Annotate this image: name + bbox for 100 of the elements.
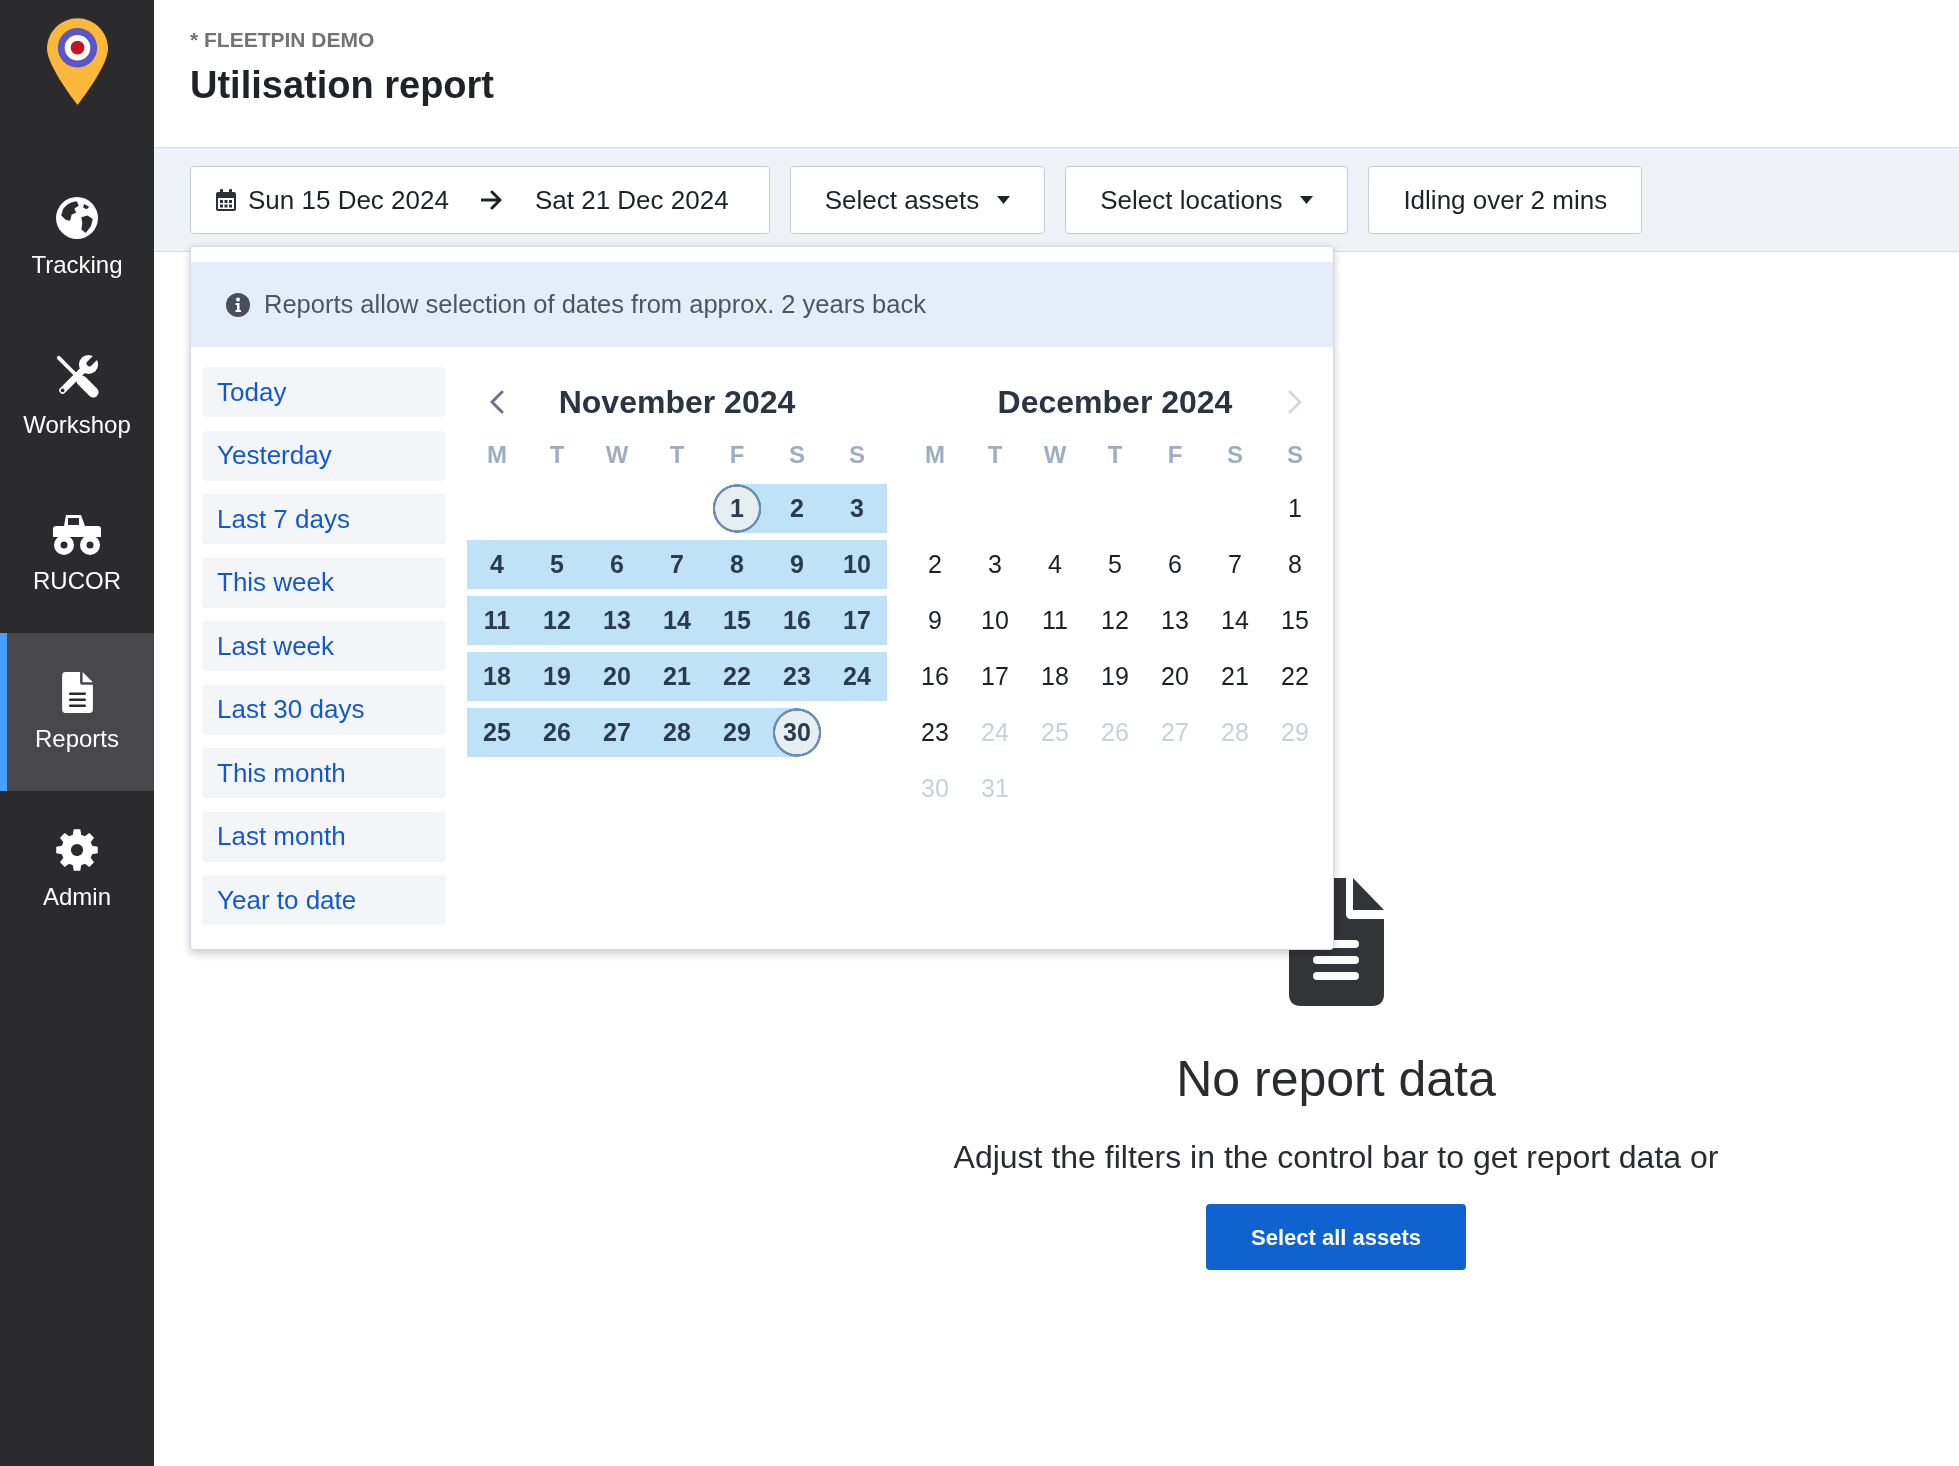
day-button[interactable]: 6 <box>587 540 647 589</box>
preset-button[interactable]: Last month <box>202 811 446 862</box>
day-button[interactable]: 24 <box>827 652 887 701</box>
preset-button[interactable]: Today <box>202 367 446 417</box>
day-button[interactable]: 11 <box>467 596 527 645</box>
day-button[interactable]: 27 <box>587 708 647 757</box>
day-button[interactable]: 23 <box>767 652 827 701</box>
day-button[interactable]: 12 <box>1085 596 1145 645</box>
page-title: Utilisation report <box>190 63 495 108</box>
day-button[interactable]: 21 <box>647 652 707 701</box>
day-button[interactable]: 22 <box>1265 652 1325 701</box>
day-button[interactable]: 17 <box>827 596 887 645</box>
caret-down-icon <box>997 196 1011 204</box>
preset-button[interactable]: Last 30 days <box>202 684 446 735</box>
day-button: 24 <box>965 708 1025 757</box>
day-button[interactable]: 11 <box>1025 596 1085 645</box>
day-button[interactable]: 23 <box>905 708 965 757</box>
chevron-left-icon <box>490 390 504 414</box>
empty-state-message: Adjust the filters in the control bar to get report data or <box>953 1139 1719 1175</box>
month-title: December 2024 <box>997 383 1233 422</box>
preset-button[interactable]: Last 7 days <box>202 494 446 544</box>
day-button[interactable]: 10 <box>827 540 887 589</box>
day-button: 31 <box>965 764 1025 813</box>
map-pin-logo-icon <box>45 17 109 106</box>
day-button[interactable]: 8 <box>1265 540 1325 589</box>
day-button[interactable]: 20 <box>587 652 647 701</box>
preset-button[interactable]: This week <box>202 557 446 608</box>
day-button[interactable]: 2 <box>905 540 965 589</box>
weekday-label: S <box>849 440 865 470</box>
day-button[interactable]: 6 <box>1145 540 1205 589</box>
weekday-label: M <box>925 440 945 470</box>
day-button[interactable]: 2 <box>767 484 827 533</box>
day-button[interactable]: 9 <box>905 596 965 645</box>
weekday-label: W <box>605 440 629 470</box>
day-button[interactable]: 10 <box>965 596 1025 645</box>
account-name: * FLEETPIN DEMO <box>190 27 375 53</box>
day-button[interactable]: 26 <box>527 708 587 757</box>
dropdown-button[interactable]: Select assets <box>789 166 1046 234</box>
filter-button[interactable]: Idling over 2 mins <box>1368 166 1643 234</box>
day-button[interactable]: 3 <box>827 484 887 533</box>
day-button[interactable]: 28 <box>647 708 707 757</box>
day-button[interactable]: 15 <box>707 596 767 645</box>
empty-state-title: No report data <box>1176 1051 1496 1107</box>
day-button[interactable]: 7 <box>1205 540 1265 589</box>
day-button[interactable]: 13 <box>1145 596 1205 645</box>
dropdown-button[interactable]: Select locations <box>1065 166 1349 234</box>
day-button[interactable]: 7 <box>647 540 707 589</box>
day-button[interactable]: 21 <box>1205 652 1265 701</box>
day-button[interactable]: 5 <box>527 540 587 589</box>
weekday-label: T <box>669 440 685 470</box>
day-button[interactable]: 15 <box>1265 596 1325 645</box>
nav-item[interactable]: Admin <box>0 791 154 949</box>
day-button[interactable]: 12 <box>527 596 587 645</box>
day-button[interactable]: 18 <box>467 652 527 701</box>
day-button[interactable]: 9 <box>767 540 827 589</box>
nav-item[interactable]: Tracking <box>0 159 154 317</box>
day-button[interactable]: 5 <box>1085 540 1145 589</box>
day-button[interactable]: 22 <box>707 652 767 701</box>
date-range-button[interactable]: Sun 15 Dec 2024 Sat 21 Dec 2024 <box>190 166 770 234</box>
nav-item[interactable]: Workshop <box>0 317 154 475</box>
day-button[interactable]: 19 <box>1085 652 1145 701</box>
day-button[interactable]: 14 <box>647 596 707 645</box>
nav-item[interactable]: RUCOR <box>0 475 154 633</box>
caret-down-icon <box>1300 196 1314 204</box>
right-arrow-icon <box>480 190 503 210</box>
month-title: November 2024 <box>558 383 796 422</box>
info-icon <box>226 292 250 317</box>
day-button[interactable]: 18 <box>1025 652 1085 701</box>
day-button[interactable]: 4 <box>467 540 527 589</box>
weekday-label: F <box>729 440 745 470</box>
day-button[interactable]: 17 <box>965 652 1025 701</box>
weekday-label: F <box>1167 440 1183 470</box>
day-button[interactable]: 8 <box>707 540 767 589</box>
day-button[interactable]: 14 <box>1205 596 1265 645</box>
preset-button[interactable]: This month <box>202 748 446 798</box>
day-button: 26 <box>1085 708 1145 757</box>
day-button[interactable]: 3 <box>965 540 1025 589</box>
select-all-assets-button[interactable]: Select all assets <box>1206 1204 1466 1270</box>
day-button[interactable]: 25 <box>467 708 527 757</box>
day-button[interactable]: 13 <box>587 596 647 645</box>
pickup-truck-icon <box>51 513 103 555</box>
preset-button[interactable]: Last week <box>202 621 446 671</box>
weekday-label: S <box>1227 440 1243 470</box>
calendar-icon <box>216 189 236 211</box>
document-icon <box>61 671 93 713</box>
day-button[interactable]: 29 <box>707 708 767 757</box>
day-button: 28 <box>1205 708 1265 757</box>
day-button[interactable]: 16 <box>905 652 965 701</box>
weekday-label: M <box>487 440 507 470</box>
day-button[interactable]: 1 <box>1265 484 1325 533</box>
preset-button[interactable]: Yesterday <box>202 430 446 481</box>
weekday-label: T <box>549 440 565 470</box>
day-button[interactable]: 20 <box>1145 652 1205 701</box>
day-button: 30 <box>905 764 965 813</box>
day-button[interactable]: 16 <box>767 596 827 645</box>
preset-button[interactable]: Year to date <box>202 875 446 925</box>
nav-item[interactable]: Reports <box>0 633 154 791</box>
day-button[interactable]: 19 <box>527 652 587 701</box>
day-button[interactable]: 4 <box>1025 540 1085 589</box>
day-button: 25 <box>1025 708 1085 757</box>
